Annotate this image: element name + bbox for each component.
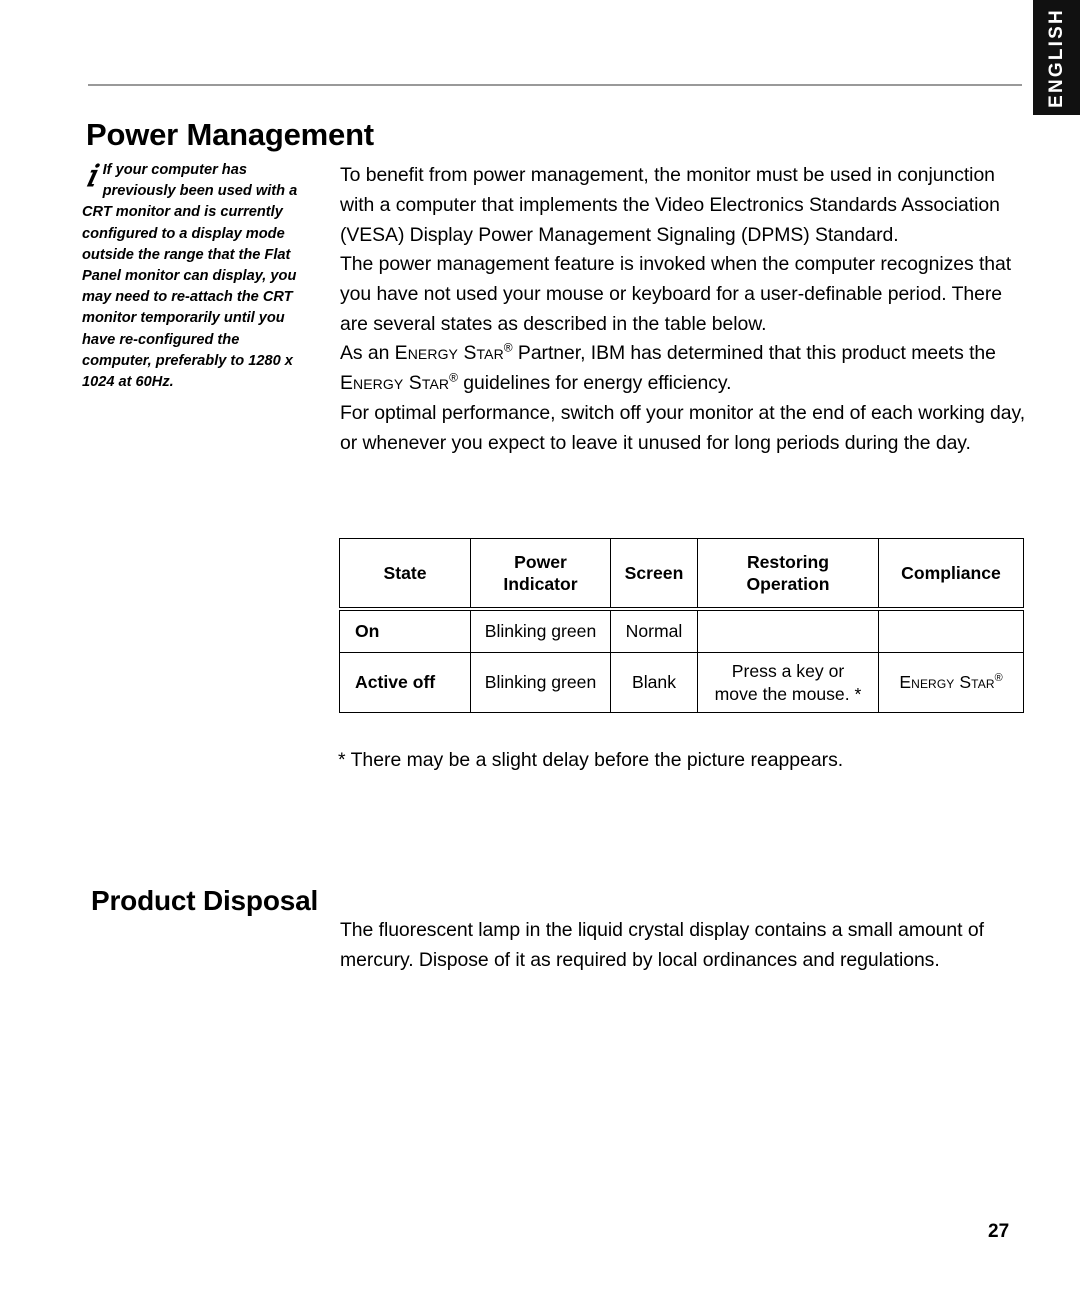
column-header-restoring-line2: Operation <box>746 573 830 594</box>
language-tab: ENGLISH <box>1033 0 1080 115</box>
p3-text-2: Partner, IBM has determined that this pr… <box>512 342 996 364</box>
cell-compliance-active-off: Energy Star® <box>878 652 1024 713</box>
cell-state-active-off: Active off <box>339 652 471 713</box>
power-states-table: State Power Indicator Screen Restoring Ope… <box>339 538 1024 713</box>
header-divider <box>88 84 1022 86</box>
registered-mark-icon-3: ® <box>994 672 1003 685</box>
column-header-state-label: State <box>383 562 427 583</box>
cell-state-on: On <box>339 608 471 653</box>
paragraph-optimal-performance: For optimal performance, switch off your… <box>340 402 1026 455</box>
column-header-screen-label: Screen <box>624 562 684 583</box>
info-note: 𝑖 If your computer has previously been u… <box>82 160 310 393</box>
column-header-compliance: Compliance <box>878 538 1024 611</box>
page-title-power-management: Power Management <box>86 116 374 152</box>
page-number: 27 <box>988 1221 1010 1242</box>
cell-restoring-line2: move the mouse. * <box>714 683 862 704</box>
energy-star-wordmark-1: Energy Star <box>394 342 504 364</box>
paragraph-product-disposal: The fluorescent lamp in the liquid cryst… <box>340 919 984 972</box>
column-header-restoring-operation: Restoring Operation <box>697 538 879 611</box>
cell-restoring-on <box>697 608 879 653</box>
table-footnote: * There may be a slight delay before the… <box>338 749 844 772</box>
table-row: Active off Blinking green Blank Press a … <box>339 652 1024 713</box>
energy-star-wordmark-table: Energy Star <box>899 672 995 692</box>
column-header-compliance-label: Compliance <box>901 562 1001 583</box>
info-note-text: If your computer has previously been use… <box>82 162 298 391</box>
paragraph-power-feature: The power management feature is invoked … <box>340 253 1012 336</box>
cell-compliance-on <box>878 608 1024 653</box>
page-title-product-disposal: Product Disposal <box>91 884 319 916</box>
column-header-power-line1: Power <box>514 551 567 572</box>
table-row: On Blinking green Normal <box>339 608 1024 653</box>
cell-screen-on: Normal <box>610 608 698 653</box>
language-tab-label: ENGLISH <box>1045 7 1067 108</box>
column-header-state: State <box>339 538 471 611</box>
paragraph-energy-star-partner: As an Energy Star® Partner, IBM has dete… <box>340 338 1030 398</box>
cell-power-indicator-active-off: Blinking green <box>470 652 611 713</box>
cell-power-indicator-on: Blinking green <box>470 608 611 653</box>
registered-mark-icon-2: ® <box>449 370 458 385</box>
info-italic-i-icon: 𝑖 <box>86 159 96 194</box>
column-header-power-indicator: Power Indicator <box>470 538 611 611</box>
column-header-screen: Screen <box>610 538 698 611</box>
column-header-restoring-line1: Restoring <box>746 551 830 572</box>
column-header-power-line2: Indicator <box>503 573 578 594</box>
registered-mark-icon-1: ® <box>503 340 513 355</box>
cell-restoring-active-off: Press a key or move the mouse. * <box>697 652 879 713</box>
cell-screen-active-off: Blank <box>610 652 698 713</box>
p3-text-3: guidelines for energy efficiency. <box>457 372 732 395</box>
cell-restoring-line1: Press a key or <box>731 660 845 681</box>
table-header-row: State Power Indicator Screen Restoring Ope… <box>339 538 1024 611</box>
p3-text-1: As an <box>340 342 395 364</box>
paragraph-vesa-dpms: To benefit from power management, the mo… <box>340 164 1000 247</box>
energy-star-wordmark-2: Energy Star <box>340 372 450 395</box>
